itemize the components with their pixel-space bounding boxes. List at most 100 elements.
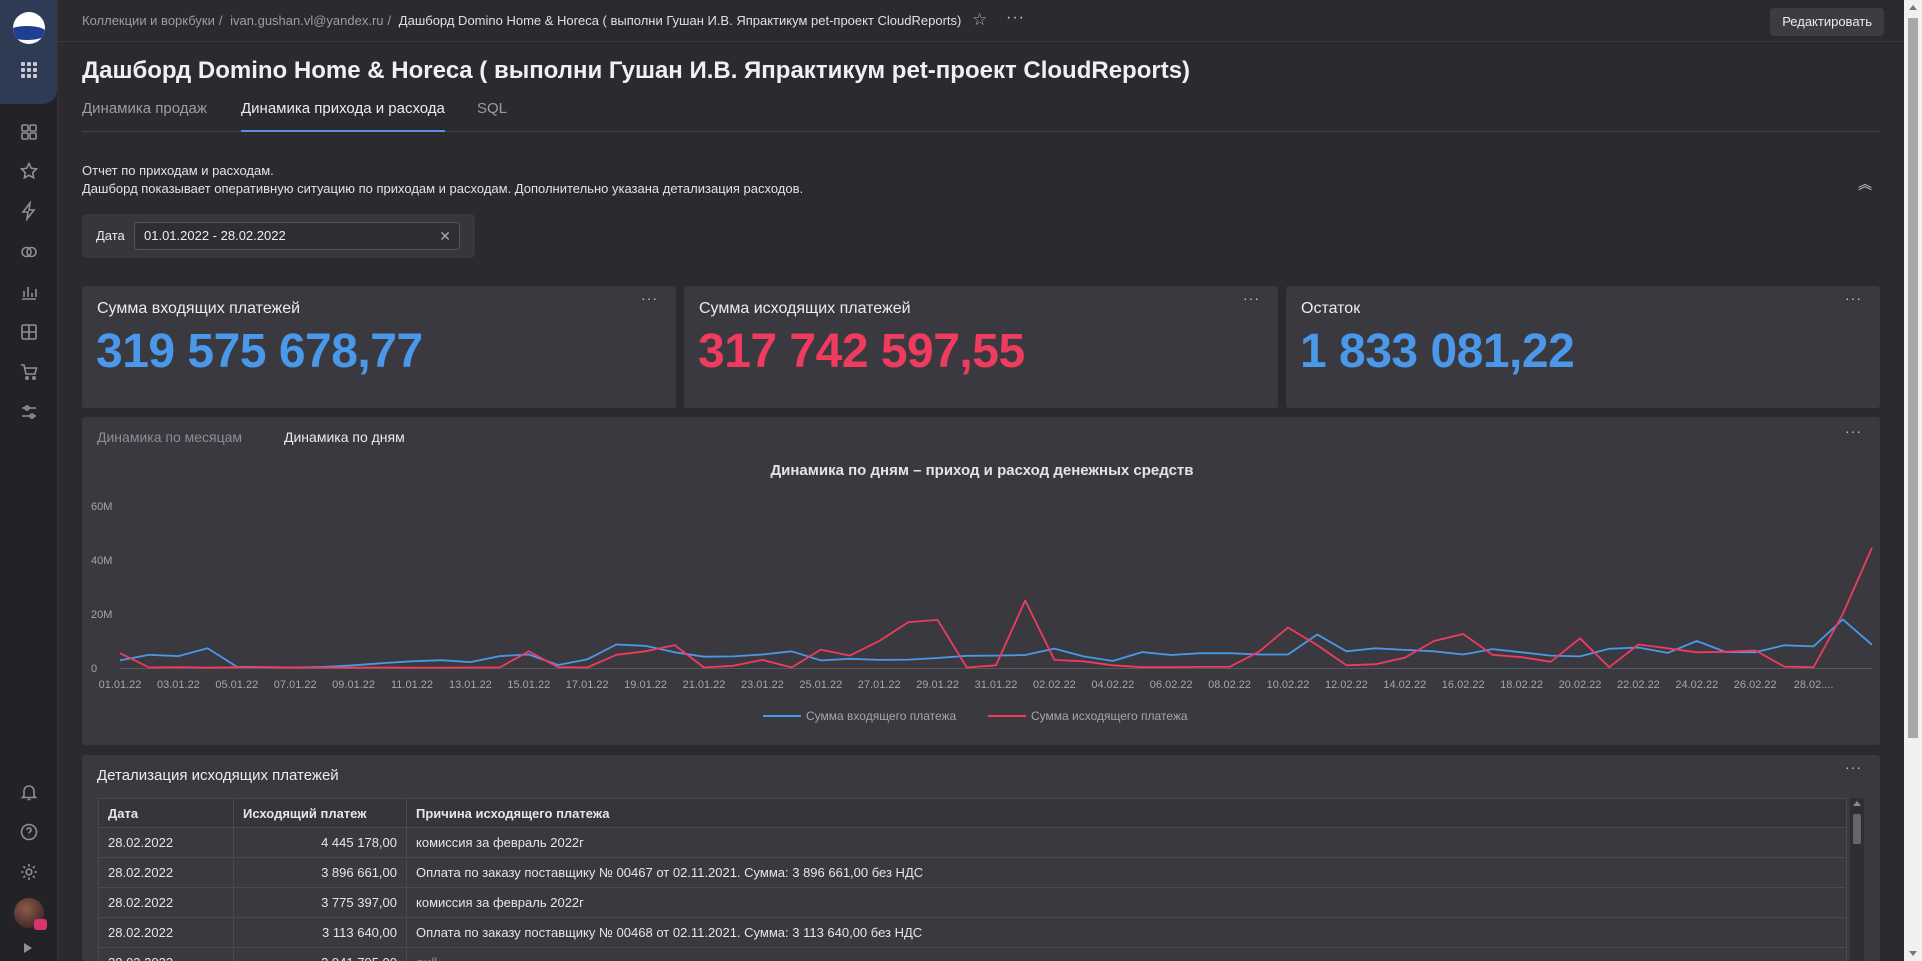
x-axis: 01.01.22 03.01.22 05.01.22 07.01.22 09.01.22…	[99, 679, 1834, 691]
dashboard-description: Отчет по приходам и расходам. Дашборд по…	[82, 162, 803, 198]
x-tick-label: 06.02.22	[1150, 679, 1193, 691]
help-icon[interactable]	[19, 822, 39, 842]
logo-area	[0, 0, 57, 104]
column-header-reason[interactable]: Причина исходящего платежа	[406, 798, 1847, 828]
page-scrollbar[interactable]	[1904, 0, 1922, 961]
kpi-card-incoming: Сумма входящих платежей 319 575 678,77 ·…	[82, 286, 676, 408]
table-scrollbar[interactable]	[1850, 798, 1864, 961]
top-bar: Коллекции и воркбуки / ivan.gushan.vl@yan…	[58, 0, 1904, 42]
x-tick-label: 05.01.22	[215, 679, 258, 691]
app-root: Коллекции и воркбуки / ivan.gushan.vl@yan…	[0, 0, 1922, 961]
widget-more-icon[interactable]: ···	[1845, 759, 1862, 775]
x-tick-label: 24.02.22	[1675, 679, 1718, 691]
date-filter-label: Дата	[96, 228, 125, 243]
breadcrumb-separator: /	[387, 13, 392, 28]
widget-more-icon[interactable]: ···	[1243, 290, 1260, 306]
legend-item[interactable]: Сумма исходящего платежа	[988, 709, 1188, 723]
date-range-value: 01.01.2022 - 28.02.2022	[144, 228, 286, 243]
bell-icon[interactable]	[19, 782, 39, 802]
cell-amount: 2 941 795,00	[233, 947, 407, 961]
kpi-value: 1 833 081,22	[1300, 325, 1575, 378]
user-avatar[interactable]	[14, 898, 47, 930]
scroll-up-icon[interactable]	[1909, 5, 1917, 10]
outgoing-payments-table: Дата Исходящий платеж Причина исходящего…	[98, 798, 1847, 961]
legend-label: Сумма исходящего платежа	[1031, 709, 1188, 723]
outgoing-payments-table-widget: Детализация исходящих платежей ··· Дата …	[82, 755, 1880, 961]
cart-icon[interactable]	[19, 362, 39, 382]
table-row: 28.02.2022 3 775 397,00 комиссия за февр…	[98, 887, 1847, 918]
kpi-card-balance: Остаток 1 833 081,22 ···	[1286, 286, 1880, 408]
gear-icon[interactable]	[19, 862, 39, 882]
cell-amount: 3 113 640,00	[233, 917, 407, 948]
page-title: Дашборд Domino Home & Horeca ( выполни Г…	[82, 57, 1191, 84]
table-scrollbar-thumb[interactable]	[1853, 814, 1861, 844]
column-header-amount[interactable]: Исходящий платеж	[233, 798, 407, 828]
chart-title: Динамика по дням – приход и расход денеж…	[770, 462, 1193, 479]
chart-tab-daily[interactable]: Динамика по дням	[284, 429, 405, 445]
tab-income-expense-dynamics[interactable]: Динамика прихода и расхода	[241, 100, 445, 132]
datalens-logo[interactable]	[13, 12, 45, 44]
x-tick-label: 23.01.22	[741, 679, 784, 691]
x-tick-label: 02.02.22	[1033, 679, 1076, 691]
expand-rail-icon[interactable]	[24, 943, 32, 953]
breadcrumb: Коллекции и воркбуки / ivan.gushan.vl@yan…	[82, 13, 965, 28]
more-menu-icon[interactable]: ···	[1006, 9, 1028, 29]
x-tick-label: 28.02....	[1794, 679, 1834, 691]
date-range-input[interactable]: 01.01.2022 - 28.02.2022 ✕	[134, 222, 460, 250]
tab-sales-dynamics[interactable]: Динамика продаж	[82, 100, 207, 132]
legend-item[interactable]: Сумма входящего платежа	[763, 709, 957, 723]
edit-button[interactable]: Редактировать	[1770, 8, 1884, 36]
table-row: 28.02.2022 3 896 661,00 Оплата по заказу…	[98, 857, 1847, 888]
table-row: 28.02.2022 2 941 795,00 null	[98, 947, 1847, 961]
sliders-icon[interactable]	[19, 402, 39, 422]
chart-widget: Динамика по дням – приход и расход денеж…	[82, 417, 1880, 745]
table-title: Детализация исходящих платежей	[97, 767, 339, 784]
scroll-down-icon[interactable]	[1909, 951, 1917, 956]
widget-more-icon[interactable]: ···	[1845, 423, 1862, 439]
widget-more-icon[interactable]: ···	[641, 290, 658, 306]
breadcrumb-item-current: Дашборд Domino Home & Horeca ( выполни Г…	[398, 13, 962, 28]
favorite-star-icon[interactable]: ☆	[972, 10, 992, 30]
x-tick-label: 21.01.22	[683, 679, 726, 691]
collapse-chevrons-icon[interactable]: ︽	[1858, 174, 1872, 194]
cell-reason: Оплата по заказу поставщику № 00467 от 0…	[406, 857, 1847, 888]
x-tick-label: 19.01.22	[624, 679, 667, 691]
left-navigation-rail	[0, 0, 58, 961]
star-icon[interactable]	[19, 161, 39, 181]
widget-more-icon[interactable]: ···	[1845, 290, 1862, 306]
clear-icon[interactable]: ✕	[439, 223, 451, 249]
x-tick-label: 17.01.22	[566, 679, 609, 691]
kpi-value: 319 575 678,77	[96, 325, 423, 378]
y-tick-label: 0	[91, 663, 97, 675]
lightning-icon[interactable]	[19, 200, 39, 222]
x-tick-label: 09.01.22	[332, 679, 375, 691]
kpi-value: 317 742 597,55	[698, 325, 1025, 378]
datasets-icon[interactable]	[19, 242, 39, 262]
cell-reason: Оплата по заказу поставщику № 00468 от 0…	[406, 917, 1847, 948]
cell-amount: 3 896 661,00	[233, 857, 407, 888]
line-chart: Динамика по дням – приход и расход денеж…	[91, 462, 1873, 723]
breadcrumb-item-workbook[interactable]: ivan.gushan.vl@yandex.ru	[230, 13, 383, 28]
table-row: 28.02.2022 4 445 178,00 комиссия за февр…	[98, 827, 1847, 858]
x-tick-label: 26.02.22	[1734, 679, 1777, 691]
page-scrollbar-thumb[interactable]	[1908, 18, 1918, 738]
x-tick-label: 18.02.22	[1500, 679, 1543, 691]
breadcrumb-item-collections[interactable]: Коллекции и воркбуки	[82, 13, 215, 28]
kpi-title: Сумма исходящих платежей	[699, 300, 911, 317]
x-tick-label: 12.02.22	[1325, 679, 1368, 691]
series-line-incoming[interactable]	[119, 618, 1873, 669]
cell-date: 28.02.2022	[98, 917, 234, 948]
table-row: 28.02.2022 3 113 640,00 Оплата по заказу…	[98, 917, 1847, 948]
scroll-up-icon[interactable]	[1853, 801, 1861, 806]
x-tick-label: 04.02.22	[1091, 679, 1134, 691]
cell-amount: 3 775 397,00	[233, 887, 407, 918]
tab-sql[interactable]: SQL	[477, 100, 507, 132]
chart-icon[interactable]	[19, 282, 39, 302]
y-tick-label: 40M	[91, 555, 112, 567]
column-header-date[interactable]: Дата	[98, 798, 234, 828]
dashboard-grid-icon[interactable]	[19, 122, 39, 142]
chart-tab-monthly[interactable]: Динамика по месяцам	[97, 429, 242, 445]
apps-menu-icon[interactable]	[21, 62, 37, 78]
x-tick-label: 16.02.22	[1442, 679, 1485, 691]
table-icon[interactable]	[19, 322, 39, 342]
